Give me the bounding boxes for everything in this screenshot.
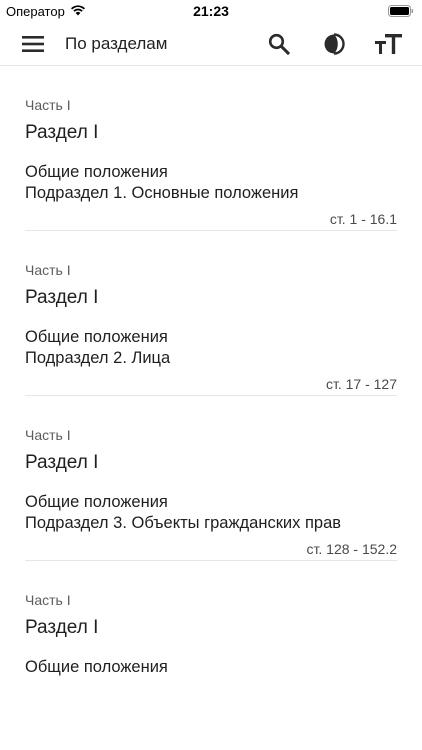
part-label: Часть I [25, 427, 71, 443]
section-subtitle: Общие положения [25, 163, 168, 181]
section-item[interactable]: Часть I Раздел I Общие положения Подразд… [25, 396, 397, 561]
section-subtitle: Общие положения [25, 658, 168, 676]
section-item[interactable]: Часть I Раздел I Общие положения [25, 561, 397, 684]
part-label: Часть I [25, 592, 71, 608]
article-range: ст. 128 - 152.2 [306, 541, 397, 557]
screen: Оператор 21:23 По разделам Часть I Разде… [0, 0, 422, 750]
section-subtitle: Общие положения [25, 328, 168, 346]
section-description: Общие положения Подраздел 2. Лица [25, 327, 170, 368]
subsection-title: Подраздел 1. Основные положения [25, 183, 299, 202]
section-title: Раздел I [25, 452, 99, 473]
text-size-icon [375, 34, 402, 54]
subsection-title: Подраздел 2. Лица [25, 348, 171, 367]
text-size-button[interactable] [375, 32, 403, 56]
part-label: Часть I [25, 97, 71, 113]
article-range: ст. 1 - 16.1 [329, 211, 397, 227]
search-button[interactable] [267, 32, 291, 56]
section-subtitle: Общие положения [25, 493, 168, 511]
subsection-title: Подраздел 3. Объекты гражданских прав [25, 513, 342, 532]
article-range: ст. 17 - 127 [325, 376, 397, 392]
search-icon [268, 33, 291, 56]
part-label: Часть I [25, 262, 71, 278]
section-title: Раздел I [25, 122, 99, 143]
app-bar: По разделам [0, 22, 422, 66]
section-description: Общие положения [25, 657, 168, 678]
status-time: 21:23 [193, 3, 229, 19]
menu-button[interactable] [22, 33, 44, 55]
section-description: Общие положения Подраздел 1. Основные по… [25, 162, 298, 203]
battery-icon [388, 5, 414, 17]
contrast-icon [324, 33, 345, 55]
section-description: Общие положения Подраздел 3. Объекты гра… [25, 492, 341, 533]
status-bar: Оператор 21:23 [0, 0, 422, 22]
section-title: Раздел I [25, 617, 99, 638]
section-item[interactable]: Часть I Раздел I Общие положения Подразд… [25, 231, 397, 396]
section-item[interactable]: Часть I Раздел I Общие положения Подразд… [25, 66, 397, 231]
section-list: Часть I Раздел I Общие положения Подразд… [0, 66, 422, 684]
page-title: По разделам [65, 34, 168, 53]
section-title: Раздел I [25, 287, 99, 308]
menu-icon [22, 36, 44, 52]
theme-toggle-button[interactable] [322, 32, 346, 56]
